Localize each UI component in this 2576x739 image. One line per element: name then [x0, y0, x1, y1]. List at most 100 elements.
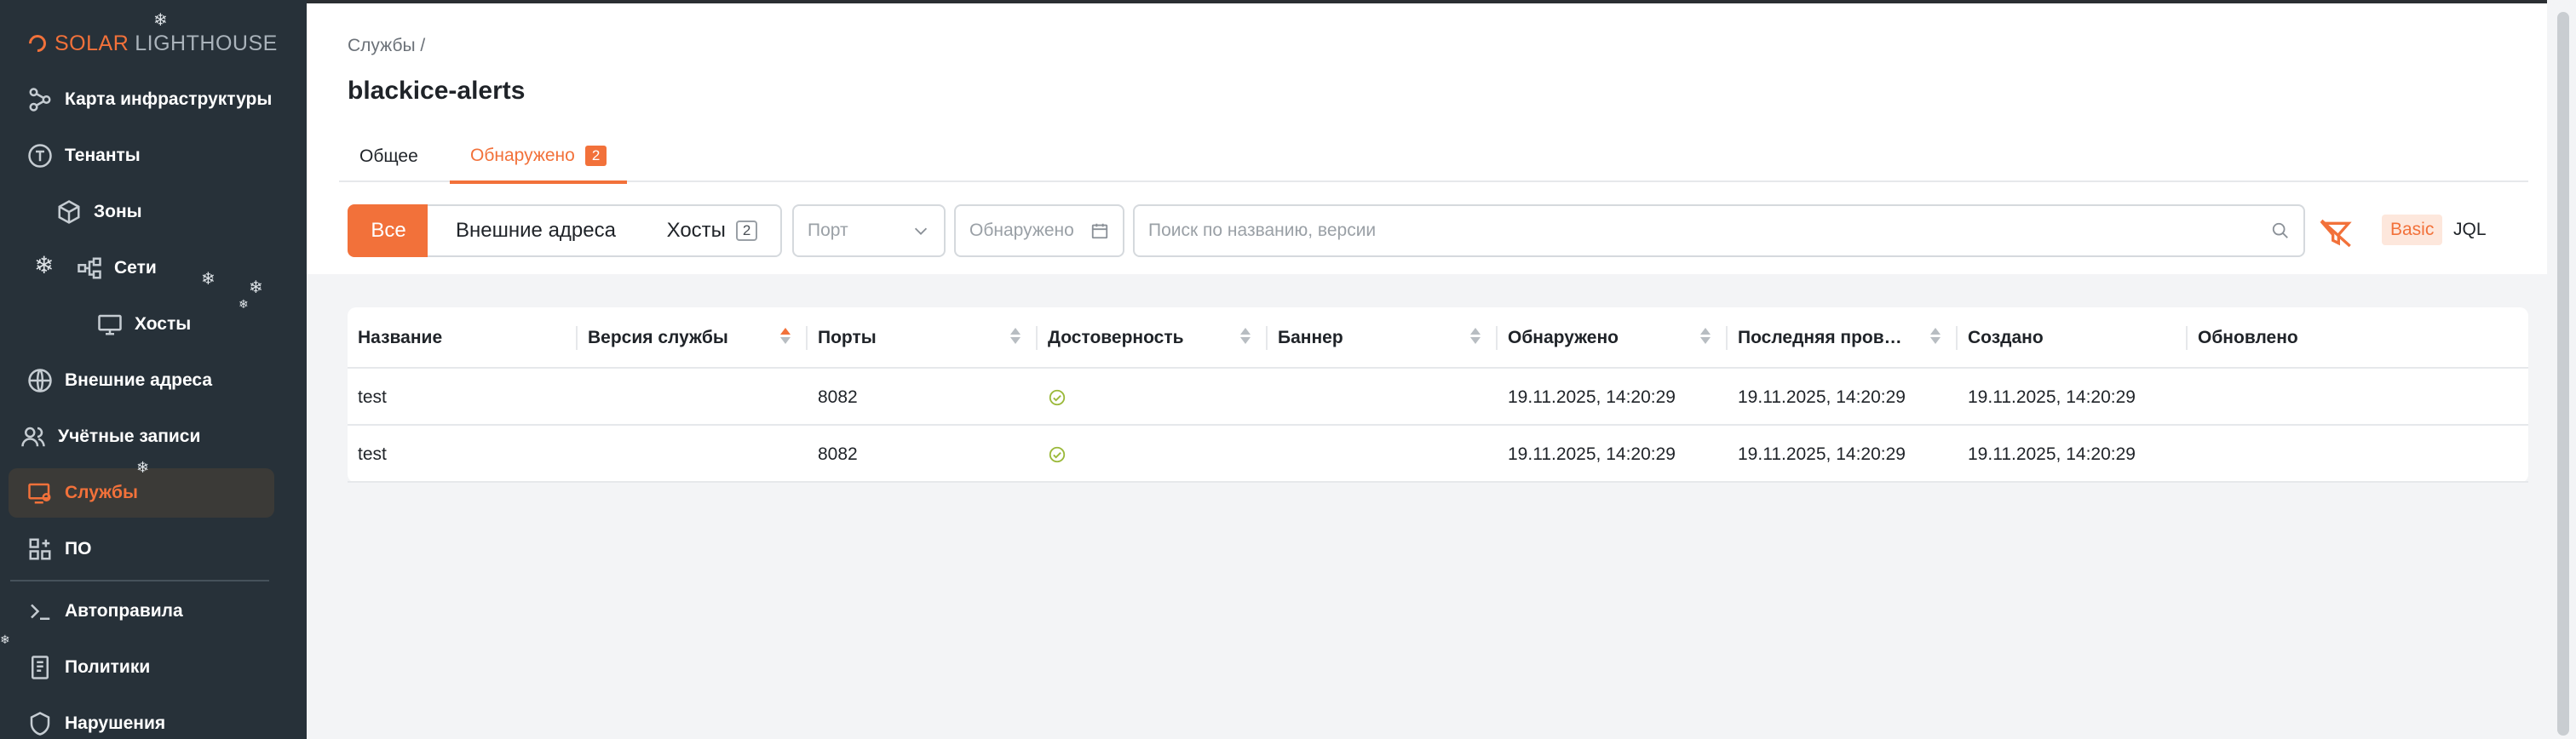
column-header-updated[interactable]: Обновлено [2188, 307, 2528, 369]
logo-mark-icon [25, 31, 50, 56]
filter-all-button[interactable]: Все [348, 204, 429, 257]
column-header-last-check[interactable]: Последняя пров… [1728, 307, 1958, 369]
mode-basic-button[interactable]: Basic [2382, 215, 2443, 245]
sort-icon[interactable] [1470, 328, 1481, 348]
column-header-created[interactable]: Создано [1958, 307, 2188, 369]
column-header-banner[interactable]: Баннер [1268, 307, 1498, 369]
sort-icon[interactable] [1700, 328, 1711, 348]
users-icon [19, 422, 48, 451]
cell-last-check: 19.11.2025, 14:20:29 [1738, 444, 1906, 464]
sidebar-item-policies[interactable]: Политики [26, 643, 150, 692]
column-label: Обновлено [2198, 328, 2298, 347]
sidebar-item-label: Хосты [135, 314, 192, 334]
tab-label: Обнаружено [470, 146, 575, 165]
services-icon [26, 478, 55, 507]
sidebar-item-networks[interactable]: Сети [75, 243, 157, 293]
sort-icon[interactable] [780, 328, 791, 348]
column-label: Название [358, 328, 443, 347]
tabs: Общее Обнаружено 2 [339, 131, 2528, 184]
cell-name: test [358, 444, 387, 464]
column-label: Обнаружено [1508, 328, 1619, 347]
column-header-discovered[interactable]: Обнаружено [1498, 307, 1728, 369]
calendar-icon [1091, 223, 1108, 239]
column-header-version[interactable]: Версия службы [578, 307, 808, 369]
sidebar-item-zones[interactable]: Зоны [55, 187, 142, 237]
date-picker[interactable]: Обнаружено [954, 204, 1124, 257]
table-row[interactable]: test 8082 19.11.2025, 14:20:29 19.11.202… [348, 426, 2528, 483]
search-input[interactable]: Поиск по названию, версии [1133, 204, 2305, 257]
network-icon [75, 254, 104, 283]
graph-icon [26, 85, 55, 114]
sidebar-item-tenants[interactable]: Тенанты [26, 131, 141, 180]
button-label: Хосты [666, 219, 726, 242]
filter-external-button[interactable]: Внешние адреса [428, 204, 646, 257]
column-header-name[interactable]: Название [348, 307, 578, 369]
cell-confidence [1038, 369, 1067, 426]
table-header: Название Версия службы Порты Достовернос… [348, 307, 2528, 369]
search-icon [2272, 222, 2288, 238]
cell-discovered: 19.11.2025, 14:20:29 [1508, 387, 1676, 407]
sidebar-item-violations[interactable]: Нарушения [26, 699, 165, 739]
column-header-ports[interactable]: Порты [808, 307, 1038, 369]
port-select[interactable]: Порт [792, 204, 946, 257]
count-badge: 2 [584, 146, 607, 166]
sidebar-item-label: Службы [65, 483, 138, 502]
cube-icon [55, 198, 83, 226]
table-row[interactable]: test 8082 19.11.2025, 14:20:29 19.11.202… [348, 369, 2528, 426]
sidebar-item-external-addresses[interactable]: Внешние адреса [26, 356, 212, 405]
select-placeholder: Порт [808, 221, 848, 240]
cell-ports: 8082 [818, 387, 858, 407]
column-header-confidence[interactable]: Достоверность [1038, 307, 1268, 369]
cell-updated [2188, 426, 2198, 483]
sidebar-item-label: Карта инфраструктуры [65, 89, 273, 109]
services-table: Название Версия службы Порты Достовернос… [348, 307, 2528, 483]
column-label: Баннер [1278, 328, 1343, 347]
search-placeholder: Поиск по названию, версии [1148, 221, 1377, 240]
column-label: Версия службы [588, 328, 728, 347]
sidebar-item-label: Тенанты [65, 146, 141, 165]
scrollbar-thumb[interactable] [2557, 12, 2569, 736]
sort-icon[interactable] [1930, 328, 1941, 348]
cell-name: test [358, 387, 387, 407]
cell-version [578, 426, 588, 483]
cell-banner [1268, 369, 1278, 426]
snowflake-icon: ❄ [239, 297, 249, 311]
snowflake-icon: ❄ [0, 633, 10, 646]
check-circle-icon [1049, 389, 1066, 405]
terminal-icon [26, 597, 55, 626]
tab-general[interactable]: Общее [339, 131, 439, 182]
scrollbar[interactable] [2550, 3, 2576, 739]
clear-filter-icon[interactable] [2319, 216, 2353, 250]
button-label: Все [371, 219, 406, 242]
cell-confidence [1038, 426, 1067, 483]
mode-jql-button[interactable]: JQL [2453, 215, 2487, 245]
sort-icon[interactable] [1240, 328, 1251, 348]
globe-icon [26, 366, 55, 395]
filter-hosts-button[interactable]: Хосты 2 [644, 204, 782, 257]
check-circle-icon [1049, 446, 1066, 462]
sidebar-item-hosts[interactable]: Хосты [95, 300, 191, 349]
snowflake-icon: ❄ [201, 270, 216, 289]
sidebar-item-label: Нарушения [65, 713, 166, 733]
chevron-down-icon [914, 227, 928, 235]
cell-ports: 8082 [818, 444, 858, 464]
logo-text-lighthouse: LIGHTHOUSE [135, 31, 278, 55]
sidebar-item-label: Политики [65, 657, 151, 677]
tenant-icon [26, 141, 55, 170]
page-title: blackice-alerts [348, 77, 526, 105]
snowflake-icon: ❄ [34, 252, 55, 278]
sort-icon[interactable] [1010, 328, 1021, 348]
breadcrumb[interactable]: Службы / [348, 36, 425, 56]
sidebar-item-accounts[interactable]: Учётные записи [19, 412, 200, 461]
cell-banner [1268, 426, 1278, 483]
sidebar-item-infra-map[interactable]: Карта инфраструктуры [26, 75, 272, 124]
logo[interactable]: SOLAR LIGHTHOUSE [25, 29, 278, 58]
sidebar-item-software[interactable]: ПО [26, 524, 91, 574]
snowflake-icon: ❄ [136, 459, 150, 476]
tab-found[interactable]: Обнаружено 2 [450, 131, 628, 184]
sidebar-item-autorules[interactable]: Автоправила [26, 587, 183, 636]
snowflake-icon: ❄ [153, 11, 168, 30]
button-label: Внешние адреса [456, 219, 616, 242]
sidebar-item-label: Сети [114, 258, 157, 278]
monitor-icon [95, 310, 124, 339]
